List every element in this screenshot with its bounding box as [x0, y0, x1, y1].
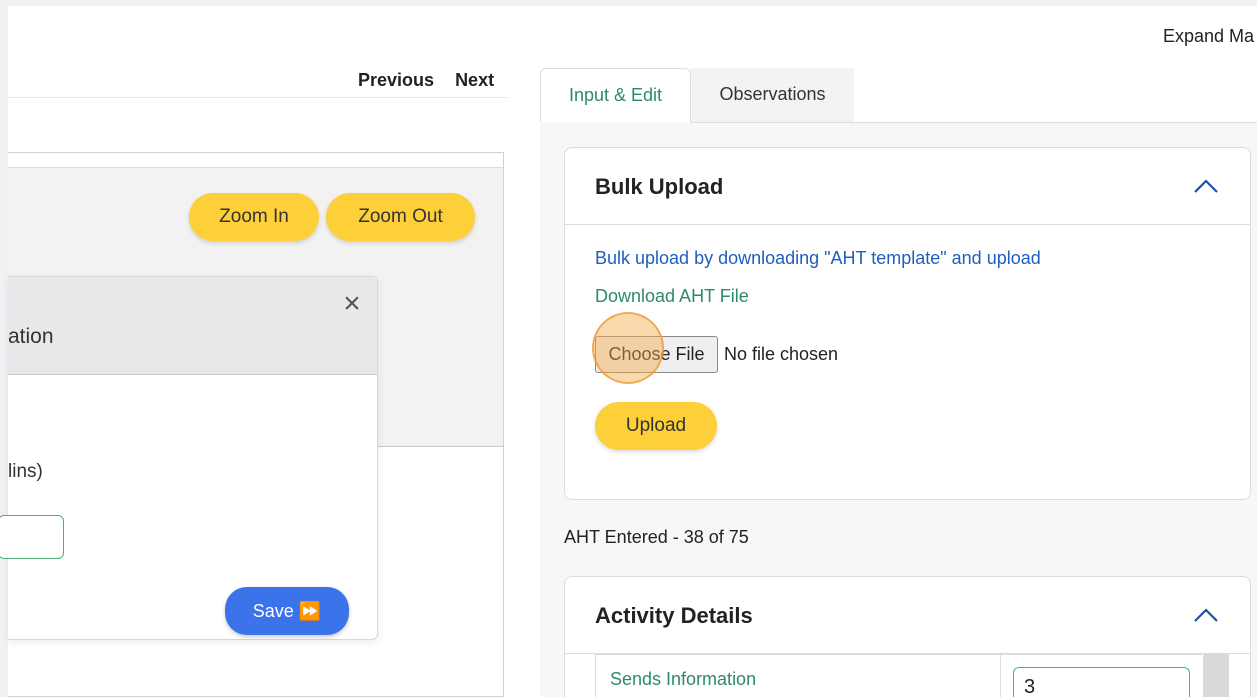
next-link[interactable]: Next	[455, 70, 494, 90]
upload-button[interactable]: Upload	[595, 402, 717, 450]
chevron-up-icon[interactable]	[1191, 172, 1221, 202]
left-strip	[0, 0, 8, 697]
zoom-in-button[interactable]: Zoom In	[189, 193, 319, 241]
tab-input-edit[interactable]: Input & Edit	[540, 68, 691, 123]
file-input: Choose File No file chosen	[595, 336, 838, 373]
activity-modal: ation × lins) Save ⏩	[0, 276, 378, 640]
choose-file-button[interactable]: Choose File	[595, 336, 718, 373]
modal-duration-input[interactable]	[0, 515, 64, 559]
activity-name: Sends Information	[610, 669, 757, 689]
tab-observations[interactable]: Observations	[691, 68, 854, 123]
aht-entered-count: AHT Entered - 38 of 75	[564, 527, 749, 547]
bulk-upload-instruction-link[interactable]: Bulk upload by downloading "AHT template…	[595, 248, 1041, 269]
modal-header: ation ×	[8, 277, 377, 375]
activity-details-card: Activity Details Sends Information 3	[564, 576, 1251, 697]
top-strip	[0, 0, 1257, 6]
scrollbar[interactable]	[1203, 653, 1229, 697]
column-divider	[1000, 655, 1001, 697]
table-row: Sends Information 3	[595, 654, 1202, 697]
zoom-out-button[interactable]: Zoom Out	[326, 193, 475, 241]
card-header-divider	[565, 224, 1250, 225]
previous-link[interactable]: Previous	[358, 70, 434, 90]
pagination-nav: Previous Next	[358, 70, 510, 91]
save-button[interactable]: Save ⏩	[225, 587, 349, 635]
file-status: No file chosen	[724, 344, 839, 364]
aht-value-input[interactable]: 3	[1013, 667, 1190, 697]
activity-details-title: Activity Details	[595, 603, 753, 628]
tabs-divider	[691, 122, 1257, 123]
modal-title: ation	[8, 325, 54, 348]
bulk-upload-card: Bulk Upload Bulk upload by downloading "…	[564, 147, 1251, 500]
bulk-upload-title: Bulk Upload	[595, 174, 724, 199]
download-aht-file-link[interactable]: Download AHT File	[595, 286, 749, 307]
close-icon[interactable]: ×	[339, 289, 365, 319]
chevron-up-icon[interactable]	[1191, 601, 1221, 631]
nav-divider	[8, 97, 508, 98]
expand-map-link[interactable]: Expand Ma	[1163, 26, 1254, 47]
modal-field-label: lins)	[8, 461, 43, 482]
